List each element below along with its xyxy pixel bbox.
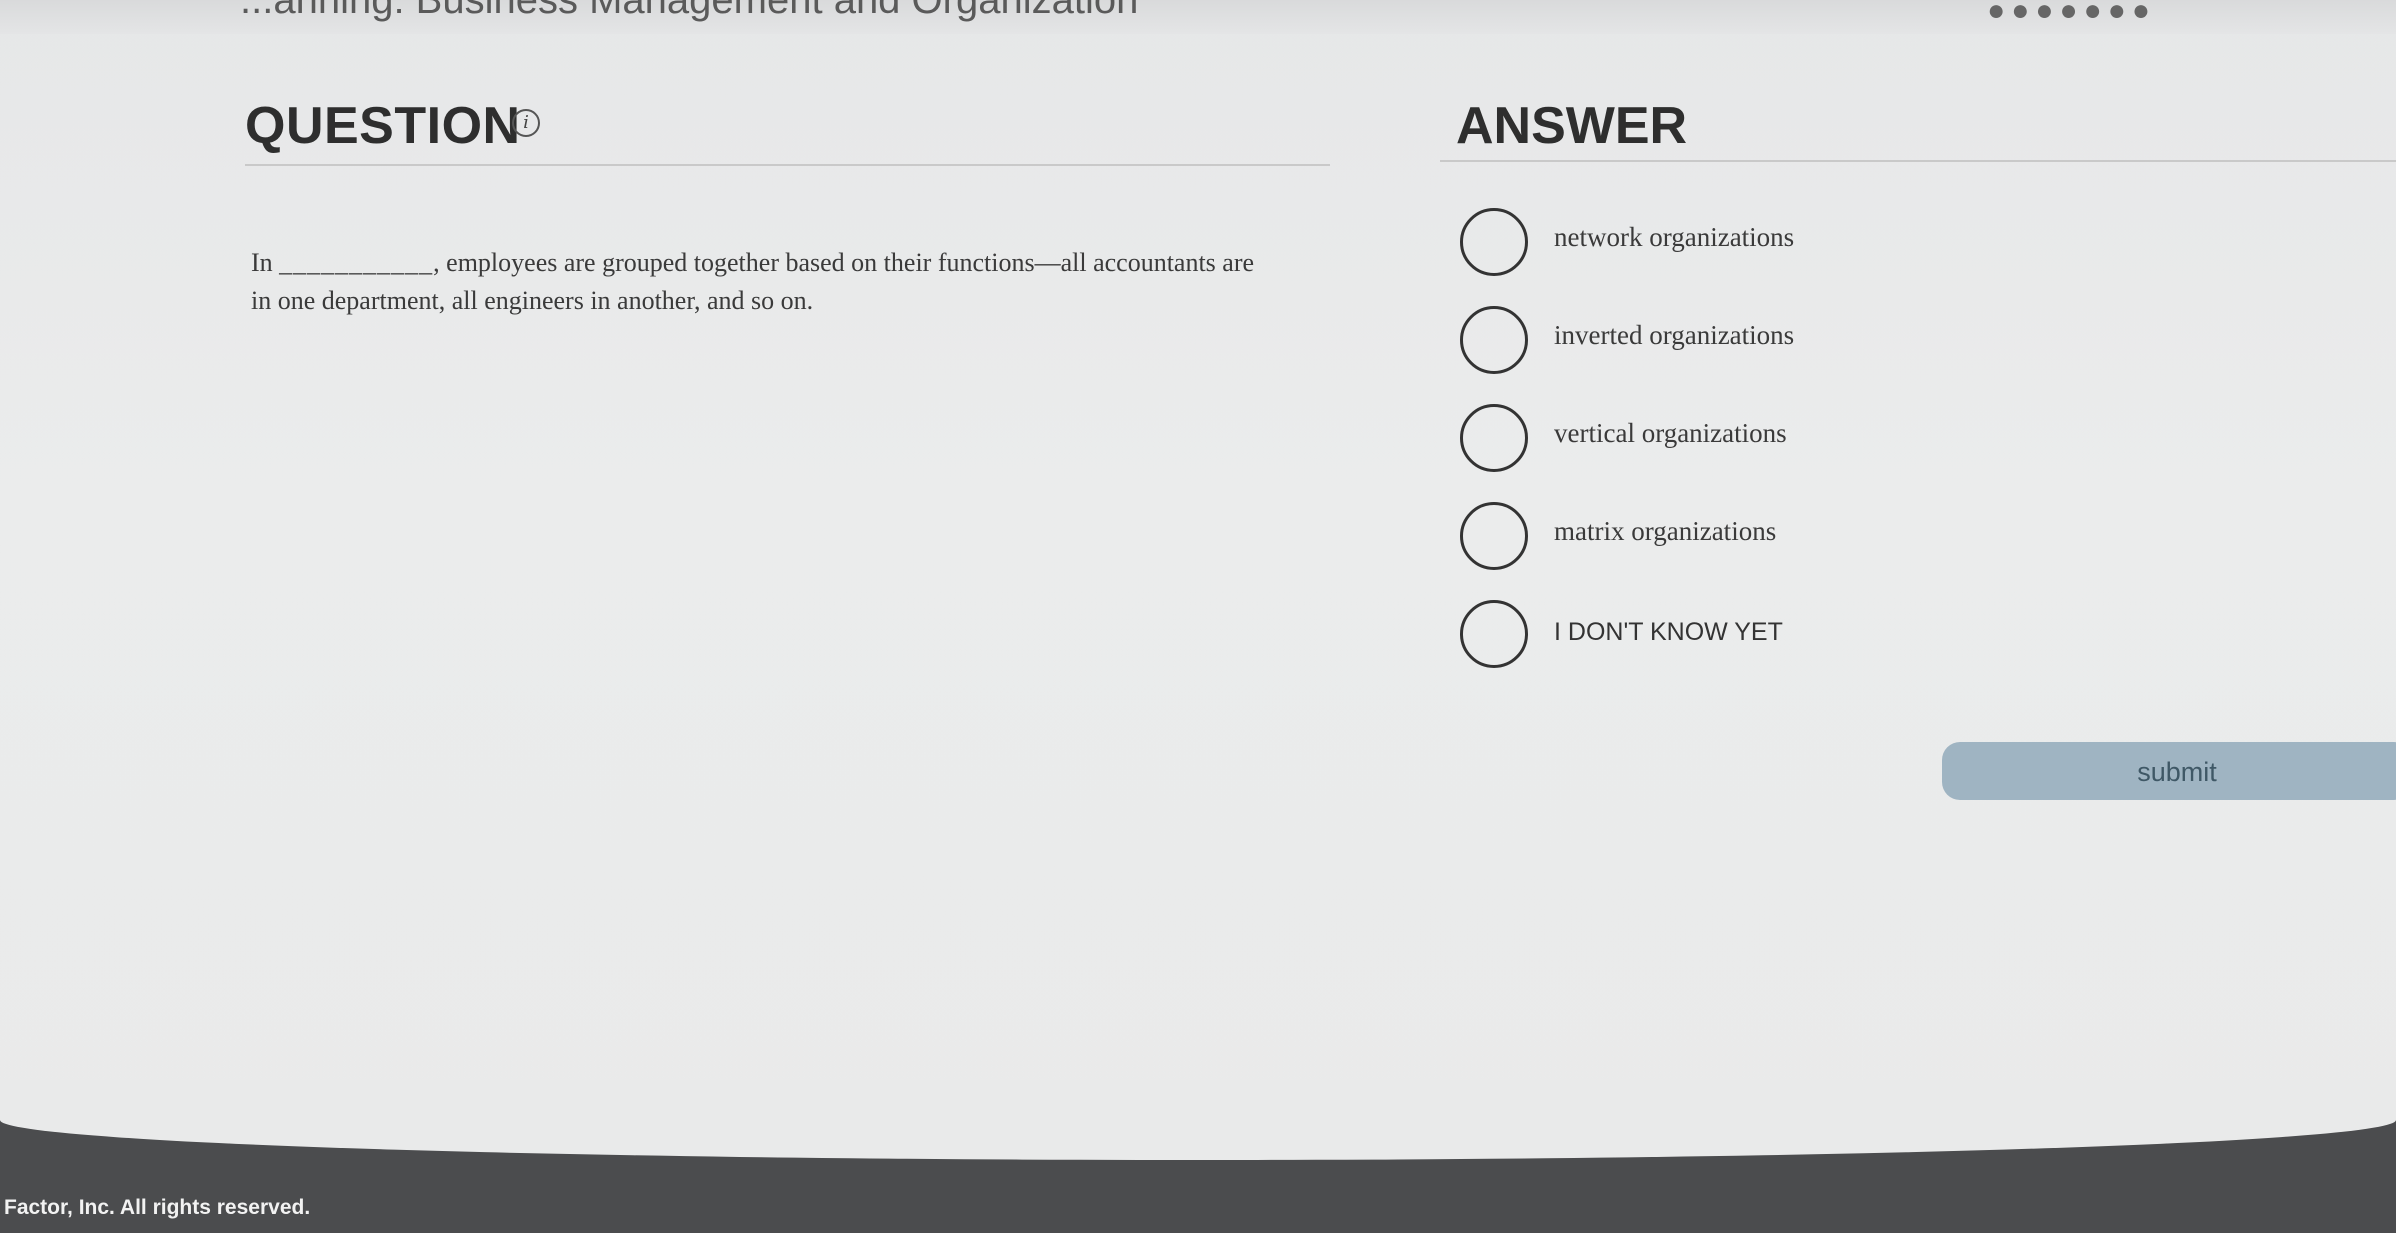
question-header: QUESTION i [245, 92, 1330, 166]
screen-edge [0, 1080, 2396, 1160]
option-network-organizations[interactable]: network organizations [1460, 208, 1980, 282]
course-title-partial: ...anning: Business Management and Organ… [240, 0, 1139, 22]
option-label: I DON'T KNOW YET [1554, 618, 1783, 646]
answer-options: network organizations inverted organizat… [1460, 208, 1980, 698]
radio-button[interactable] [1460, 208, 1528, 276]
radio-button[interactable] [1460, 306, 1528, 374]
option-label: vertical organizations [1554, 418, 1787, 448]
top-strip: ...anning: Business Management and Organ… [0, 0, 2396, 34]
radio-button[interactable] [1460, 600, 1528, 668]
fill-in-blank: ___________ [279, 248, 434, 277]
question-text-start: In [251, 248, 280, 277]
question-heading: QUESTION [245, 97, 521, 155]
option-label: inverted organizations [1554, 320, 1795, 350]
option-label: network organizations [1554, 222, 1795, 252]
option-dont-know-yet[interactable]: I DON'T KNOW YET [1460, 600, 1980, 674]
submit-button[interactable]: submit [1942, 742, 2396, 800]
option-vertical-organizations[interactable]: vertical organizations [1460, 404, 1980, 478]
copyright-footer: Factor, Inc. All rights reserved. [4, 1196, 311, 1219]
radio-button[interactable] [1460, 404, 1528, 472]
info-icon[interactable]: i [512, 109, 540, 137]
option-inverted-organizations[interactable]: inverted organizations [1460, 306, 1980, 380]
answer-header: ANSWER [1440, 92, 2396, 162]
option-matrix-organizations[interactable]: matrix organizations [1460, 502, 1980, 576]
radio-button[interactable] [1460, 502, 1528, 570]
progress-dots: ●●●●●●● [1987, 0, 2156, 27]
answer-heading: ANSWER [1456, 97, 1688, 155]
question-text: In ___________, employees are grouped to… [251, 244, 1271, 320]
option-label: matrix organizations [1554, 516, 1777, 546]
